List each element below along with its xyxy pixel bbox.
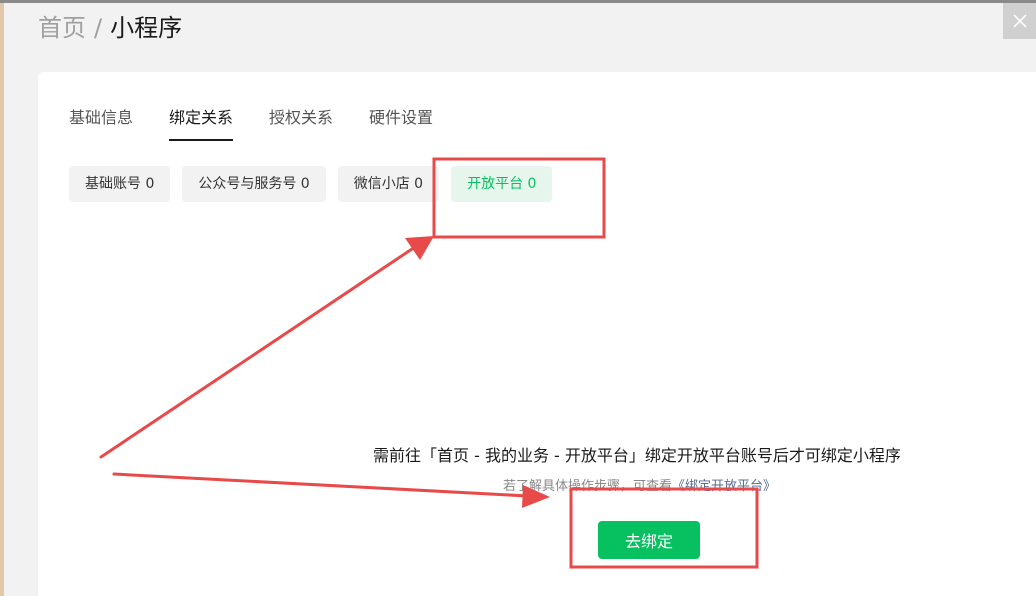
window-top-edge [0,0,1036,3]
tab-authorization-relations[interactable]: 授权关系 [269,106,333,141]
tab-binding-relations[interactable]: 绑定关系 [169,106,234,141]
subtab-official-accounts[interactable]: 公众号与服务号 0 [182,166,326,202]
go-bind-button[interactable]: 去绑定 [598,521,700,559]
breadcrumb-separator: / [94,14,103,42]
help-prefix: 若了解具体操作步骤，可查看 [503,479,673,494]
content-card: 基础信息 绑定关系 授权关系 硬件设置 基础账号 0 公众号与服务号 0 微信小… [38,72,1036,596]
subtab-bar: 基础账号 0 公众号与服务号 0 微信小店 0 开放平台 0 [69,166,553,202]
breadcrumb-current: 小程序 [110,14,183,42]
breadcrumb: 首页 / 小程序 [38,12,182,44]
subtab-wechat-shop[interactable]: 微信小店 0 [337,166,440,202]
breadcrumb-home[interactable]: 首页 [38,14,86,42]
tab-bar: 基础信息 绑定关系 授权关系 硬件设置 [69,106,433,141]
window-left-edge [0,0,4,596]
help-text: 若了解具体操作步骤，可查看《绑定开放平台》 [503,477,776,497]
subtab-basic-accounts[interactable]: 基础账号 0 [69,166,171,202]
tab-hardware-settings[interactable]: 硬件设置 [369,106,433,141]
tab-basic-info[interactable]: 基础信息 [69,106,133,141]
subtab-open-platform[interactable]: 开放平台 0 [451,166,553,202]
close-icon [1012,14,1027,28]
empty-state-message: 需前往「首页 - 我的业务 - 开放平台」绑定开放平台账号后才可绑定小程序 [373,446,901,465]
close-button[interactable] [1003,3,1036,39]
help-link[interactable]: 《绑定开放平台》 [672,479,776,494]
